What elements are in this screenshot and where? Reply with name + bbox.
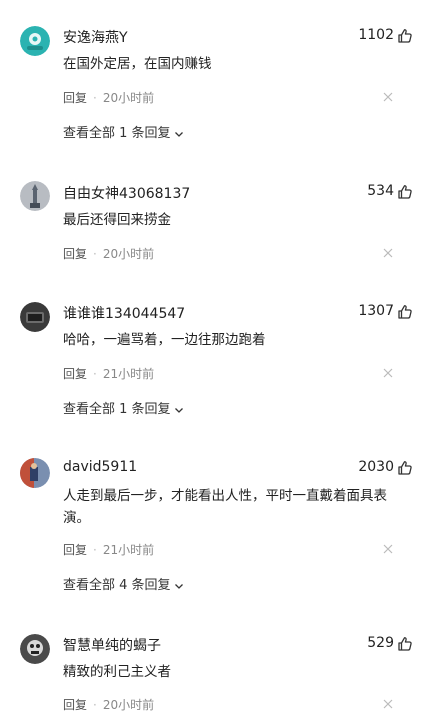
like-count: 529	[367, 635, 394, 651]
reply-button[interactable]: 回复	[63, 698, 87, 712]
avatar[interactable]	[20, 26, 50, 56]
close-icon[interactable]	[383, 92, 393, 102]
comment-text: 哈哈，一遍骂着，一边往那边跑着	[63, 332, 266, 348]
timestamp: 20小时前	[102, 698, 155, 712]
separator-dot: ·	[93, 367, 97, 381]
comment-text: 人走到最后一步，才能看出人性，平时一直戴着面具表演。	[63, 488, 387, 526]
thumbs-up-icon[interactable]	[397, 636, 413, 652]
comment-meta: 回复 · 20小时前	[63, 696, 154, 713]
like-count: 2030	[358, 459, 394, 475]
comment-meta: 回复 · 20小时前	[63, 245, 154, 262]
chevron-down-icon	[174, 407, 183, 413]
avatar[interactable]	[20, 458, 50, 488]
separator-dot: ·	[93, 91, 97, 105]
timestamp: 20小时前	[102, 247, 155, 261]
comment-text: 最后还得回来捞金	[63, 212, 171, 228]
view-replies-label: 查看全部 1 条回复	[63, 126, 171, 141]
thumbs-up-icon[interactable]	[397, 460, 413, 476]
separator-dot: ·	[93, 698, 97, 712]
view-replies-link[interactable]: 查看全部 1 条回复	[63, 398, 184, 417]
close-icon[interactable]	[383, 544, 393, 554]
comment-text: 精致的利己主义者	[63, 664, 171, 680]
avatar[interactable]	[20, 302, 50, 332]
username[interactable]: 自由女神43068137	[63, 183, 190, 203]
close-icon[interactable]	[383, 699, 393, 709]
chevron-down-icon	[174, 583, 183, 589]
view-replies-link[interactable]: 查看全部 4 条回复	[63, 574, 184, 593]
comment-meta: 回复 · 21小时前	[63, 365, 154, 382]
close-icon[interactable]	[383, 368, 393, 378]
view-replies-link[interactable]: 查看全部 1 条回复	[63, 122, 184, 141]
view-replies-label: 查看全部 1 条回复	[63, 402, 171, 417]
separator-dot: ·	[93, 247, 97, 261]
like-count: 1102	[358, 27, 394, 43]
thumbs-up-icon[interactable]	[397, 184, 413, 200]
avatar[interactable]	[20, 634, 50, 664]
comment-meta: 回复 · 20小时前	[63, 89, 154, 106]
timestamp: 21小时前	[102, 543, 155, 557]
username[interactable]: 安逸海燕Y	[63, 27, 128, 47]
timestamp: 20小时前	[102, 91, 155, 105]
separator-dot: ·	[93, 543, 97, 557]
close-icon[interactable]	[383, 248, 393, 258]
comment-meta: 回复 · 21小时前	[63, 541, 154, 558]
avatar[interactable]	[20, 181, 50, 211]
reply-button[interactable]: 回复	[63, 367, 87, 381]
like-count: 534	[367, 183, 394, 199]
reply-button[interactable]: 回复	[63, 91, 87, 105]
thumbs-up-icon[interactable]	[397, 304, 413, 320]
reply-button[interactable]: 回复	[63, 247, 87, 261]
timestamp: 21小时前	[102, 367, 155, 381]
username[interactable]: david5911	[63, 459, 137, 475]
username[interactable]: 谁谁谁134044547	[63, 303, 185, 323]
chevron-down-icon	[174, 131, 183, 137]
username[interactable]: 智慧单纯的蝎子	[63, 635, 161, 655]
comment-text: 在国外定居，在国内赚钱	[63, 56, 212, 72]
like-count: 1307	[358, 303, 394, 319]
thumbs-up-icon[interactable]	[397, 28, 413, 44]
view-replies-label: 查看全部 4 条回复	[63, 578, 171, 593]
reply-button[interactable]: 回复	[63, 543, 87, 557]
